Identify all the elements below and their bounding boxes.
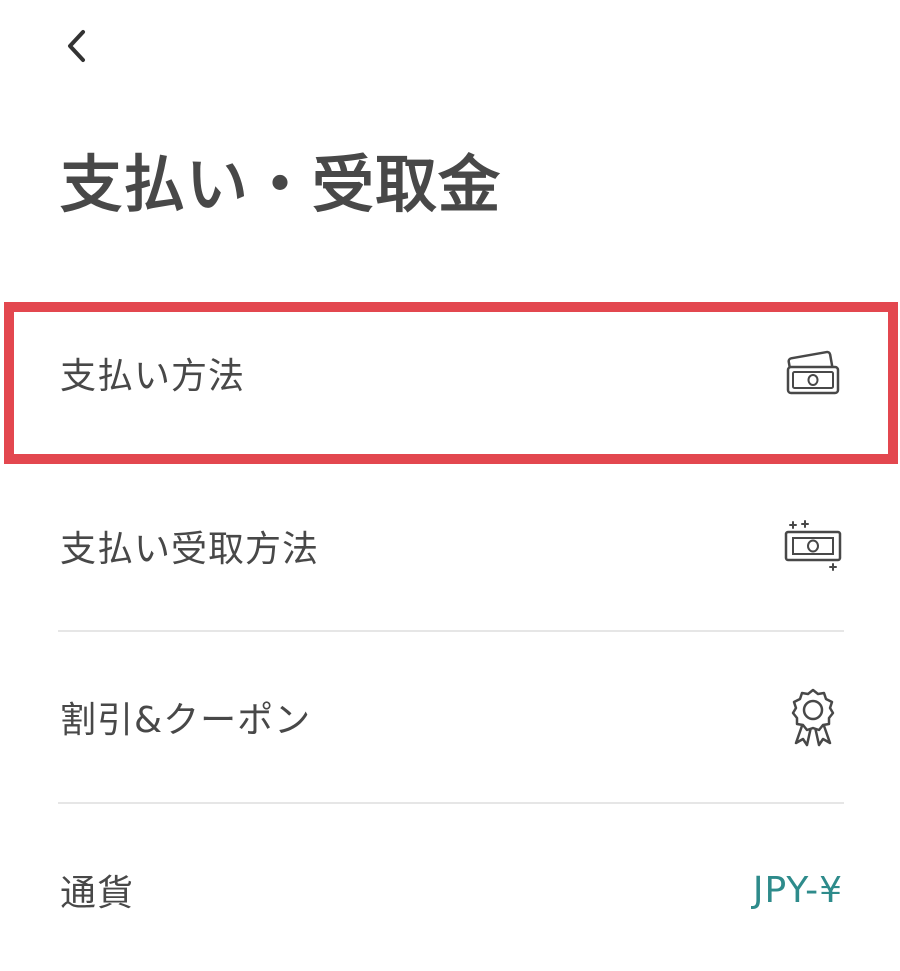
menu-item-label: 支払い受取方法 bbox=[60, 529, 320, 570]
award-ribbon-icon bbox=[783, 687, 843, 747]
cards-icon bbox=[783, 343, 843, 403]
menu-item-payment-methods[interactable]: 支払い方法 bbox=[60, 318, 843, 428]
currency-value: JPY-¥ bbox=[752, 869, 843, 911]
page-title: 支払い・受取金 bbox=[60, 148, 502, 221]
divider bbox=[58, 630, 844, 632]
cash-sparkle-icon bbox=[783, 516, 843, 576]
menu-item-label: 支払い方法 bbox=[60, 356, 246, 397]
divider bbox=[58, 802, 844, 804]
chevron-left-icon bbox=[68, 30, 85, 62]
back-button[interactable] bbox=[52, 22, 100, 70]
menu-item-discounts-coupons[interactable]: 割引&クーポン bbox=[60, 662, 843, 772]
menu-item-currency[interactable]: 通貨 JPY-¥ bbox=[60, 835, 843, 945]
menu-item-label: 割引&クーポン bbox=[60, 700, 312, 741]
menu-item-payout-methods[interactable]: 支払い受取方法 bbox=[60, 491, 843, 601]
menu-item-label: 通貨 bbox=[60, 873, 135, 914]
